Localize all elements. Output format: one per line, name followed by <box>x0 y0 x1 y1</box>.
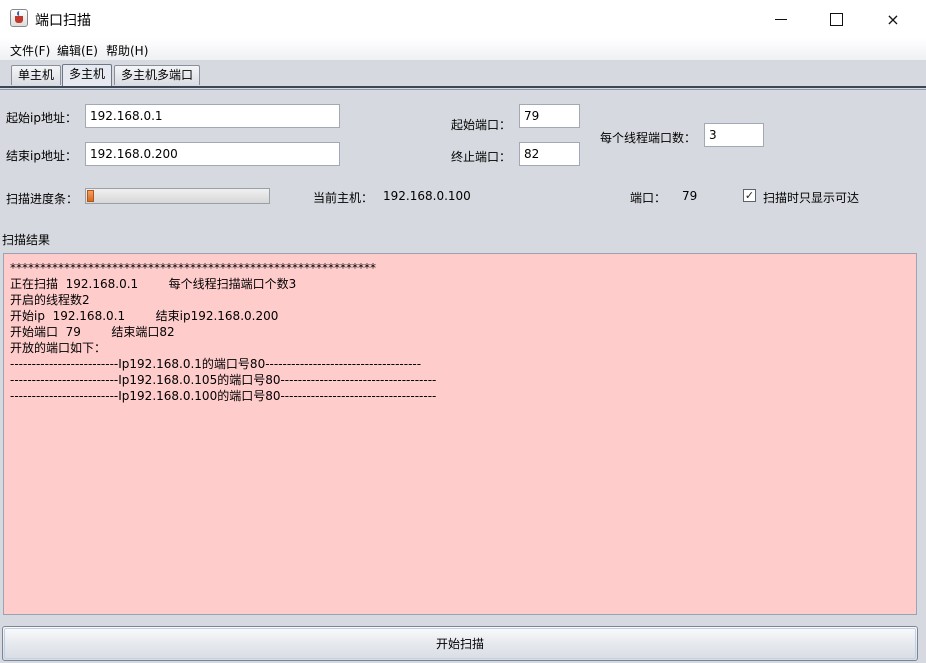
show-reachable-checkbox[interactable]: ✓ <box>743 189 756 202</box>
result-line: -------------------------Ip192.168.0.105… <box>10 373 437 387</box>
result-line: -------------------------Ip192.168.0.1的端… <box>10 357 422 371</box>
result-line: 开始端口 79 结束端口82 <box>10 325 175 339</box>
end-ip-input[interactable]: 192.168.0.200 <box>85 142 340 166</box>
start-ip-label: 起始ip地址： <box>6 111 77 125</box>
result-line: 开启的线程数2 <box>10 293 90 307</box>
results-title: 扫描结果 <box>2 233 51 247</box>
java-cup-icon <box>10 9 28 27</box>
progress-label: 扫描进度条： <box>6 192 79 206</box>
tab-multi-host-multi-port[interactable]: 多主机多端口 <box>114 65 201 85</box>
current-host-value: 192.168.0.100 <box>383 189 471 203</box>
threads-input[interactable]: 3 <box>704 123 764 147</box>
current-port-label: 端口： <box>630 191 667 205</box>
close-icon: × <box>886 9 900 29</box>
start-port-label: 起始端口： <box>451 118 512 132</box>
minimize-button[interactable] <box>758 0 804 38</box>
tab-divider-shadow <box>0 89 926 90</box>
start-port-input[interactable]: 79 <box>519 104 580 128</box>
tab-divider <box>0 86 926 88</box>
show-reachable-label[interactable]: 扫描时只显示可达 <box>763 189 859 206</box>
result-line: 开放的端口如下： <box>10 341 107 355</box>
close-button[interactable]: × <box>870 0 916 38</box>
checkmark-icon: ✓ <box>744 189 755 202</box>
end-port-input[interactable]: 82 <box>519 142 580 166</box>
result-line: 正在扫描 192.168.0.1 每个线程扫描端口个数3 <box>10 277 297 291</box>
maximize-icon <box>829 12 843 26</box>
menu-edit[interactable]: 编辑(E) <box>57 42 98 59</box>
start-scan-button[interactable]: 开始扫描 <box>2 626 918 661</box>
result-line: -------------------------Ip192.168.0.100… <box>10 389 437 403</box>
current-host-label: 当前主机： <box>313 191 374 205</box>
end-port-label: 终止端口： <box>451 150 512 164</box>
scan-progress-bar <box>85 188 270 204</box>
results-textarea[interactable]: ****************************************… <box>3 253 917 615</box>
menu-file[interactable]: 文件(F) <box>10 42 50 59</box>
start-ip-input[interactable]: 192.168.0.1 <box>85 104 340 128</box>
menu-help[interactable]: 帮助(H) <box>106 42 148 59</box>
maximize-button[interactable] <box>813 0 859 38</box>
threads-label: 每个线程端口数： <box>600 131 697 145</box>
tab-single-host[interactable]: 单主机 <box>11 65 62 85</box>
progress-fill <box>87 190 94 202</box>
result-line: 开始ip 192.168.0.1 结束ip192.168.0.200 <box>10 309 279 323</box>
tab-multi-host[interactable]: 多主机 <box>62 64 113 87</box>
result-line: ****************************************… <box>10 261 376 275</box>
start-scan-label: 开始扫描 <box>435 637 484 651</box>
current-port-value: 79 <box>682 189 698 203</box>
end-ip-label: 结束ip地址： <box>6 149 77 163</box>
minimize-icon <box>775 18 787 20</box>
window-title: 端口扫描 <box>35 13 91 29</box>
